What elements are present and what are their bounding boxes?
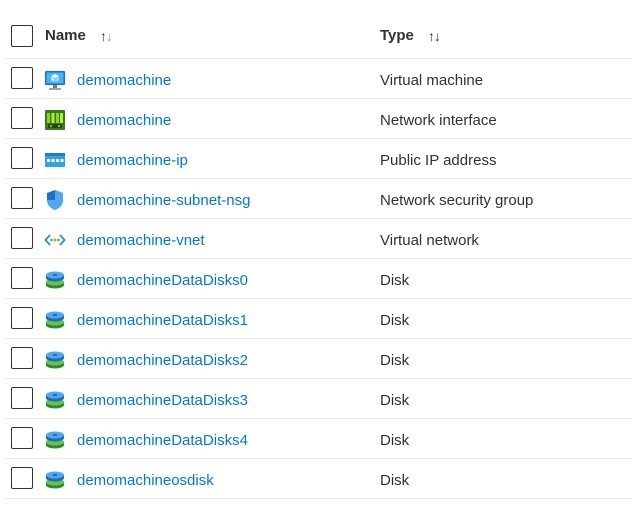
- resource-name-link[interactable]: demomachine-ip: [77, 152, 188, 169]
- column-header-type[interactable]: Type ↑ ↓: [380, 27, 441, 44]
- resource-type: Public IP address: [380, 152, 497, 169]
- virtual-network-icon: [44, 234, 66, 246]
- resources-grid: Name ↑ ↓ Type ↑ ↓ demomachine Virtual mach…: [4, 16, 631, 499]
- row-checkbox[interactable]: [11, 107, 33, 129]
- select-all-checkbox[interactable]: [11, 25, 33, 47]
- row-checkbox[interactable]: [11, 427, 33, 449]
- resource-type: Disk: [380, 472, 410, 489]
- row-checkbox[interactable]: [11, 467, 33, 489]
- resource-type: Disk: [380, 432, 410, 449]
- resource-type: Disk: [380, 352, 410, 369]
- row-checkbox[interactable]: [11, 347, 33, 369]
- row-checkbox[interactable]: [11, 187, 33, 209]
- column-header-name[interactable]: Name ↑ ↓: [45, 27, 113, 44]
- table-row: demomachineDataDisks0 Disk: [4, 259, 631, 299]
- table-row: demomachine-ip Public IP address: [4, 139, 631, 179]
- row-checkbox[interactable]: [11, 307, 33, 329]
- table-row: demomachineDataDisks1 Disk: [4, 299, 631, 339]
- table-row: demomachine Virtual machine: [4, 59, 631, 99]
- resource-type: Virtual network: [380, 232, 479, 249]
- resource-type: Virtual machine: [380, 72, 484, 89]
- column-header-name-label: Name: [45, 27, 86, 44]
- row-checkbox[interactable]: [11, 387, 33, 409]
- resource-type: Disk: [380, 312, 410, 329]
- disk-icon: [46, 391, 64, 409]
- table-row: demomachineDataDisks3 Disk: [4, 379, 631, 419]
- network-interface-icon: [45, 110, 65, 130]
- resource-name-link[interactable]: demomachineDataDisks1: [77, 312, 248, 329]
- resource-name-link[interactable]: demomachineDataDisks2: [77, 352, 248, 369]
- resource-name-link[interactable]: demomachineDataDisks3: [77, 392, 248, 409]
- resource-type: Disk: [380, 272, 410, 289]
- table-row: demomachineDataDisks2 Disk: [4, 339, 631, 379]
- row-checkbox[interactable]: [11, 67, 33, 89]
- disk-icon: [46, 471, 64, 489]
- table-row: demomachineDataDisks4 Disk: [4, 419, 631, 459]
- sort-arrows-icon: ↑ ↓: [427, 27, 441, 44]
- disk-icon: [46, 271, 64, 289]
- virtual-machine-icon: [45, 71, 65, 90]
- disk-icon: [46, 351, 64, 369]
- row-checkbox[interactable]: [11, 147, 33, 169]
- table-row: demomachineosdisk Disk: [4, 459, 631, 499]
- resource-name-link[interactable]: demomachineDataDisks0: [77, 272, 248, 289]
- resource-name-link[interactable]: demomachine: [77, 112, 171, 129]
- public-ip-icon: [45, 153, 65, 167]
- column-header-type-label: Type: [380, 27, 414, 44]
- table-row: demomachine Network interface: [4, 99, 631, 139]
- grid-header: Name ↑ ↓ Type ↑ ↓: [4, 16, 631, 59]
- row-checkbox[interactable]: [11, 267, 33, 289]
- shield-icon: [47, 190, 63, 210]
- resource-name-link[interactable]: demomachine-vnet: [77, 232, 205, 249]
- disk-icon: [46, 311, 64, 329]
- table-row: demomachine-subnet-nsg Network security …: [4, 179, 631, 219]
- row-checkbox[interactable]: [11, 227, 33, 249]
- resource-type: Network interface: [380, 112, 497, 129]
- table-row: demomachine-vnet Virtual network: [4, 219, 631, 259]
- resource-type: Disk: [380, 392, 410, 409]
- resource-name-link[interactable]: demomachineDataDisks4: [77, 432, 248, 449]
- disk-icon: [46, 431, 64, 449]
- resource-name-link[interactable]: demomachineosdisk: [77, 472, 214, 489]
- resource-name-link[interactable]: demomachine-subnet-nsg: [77, 192, 250, 209]
- resource-type: Network security group: [380, 192, 534, 209]
- resource-name-link[interactable]: demomachine: [77, 72, 171, 89]
- sort-arrows-icon: ↑ ↓: [99, 27, 113, 44]
